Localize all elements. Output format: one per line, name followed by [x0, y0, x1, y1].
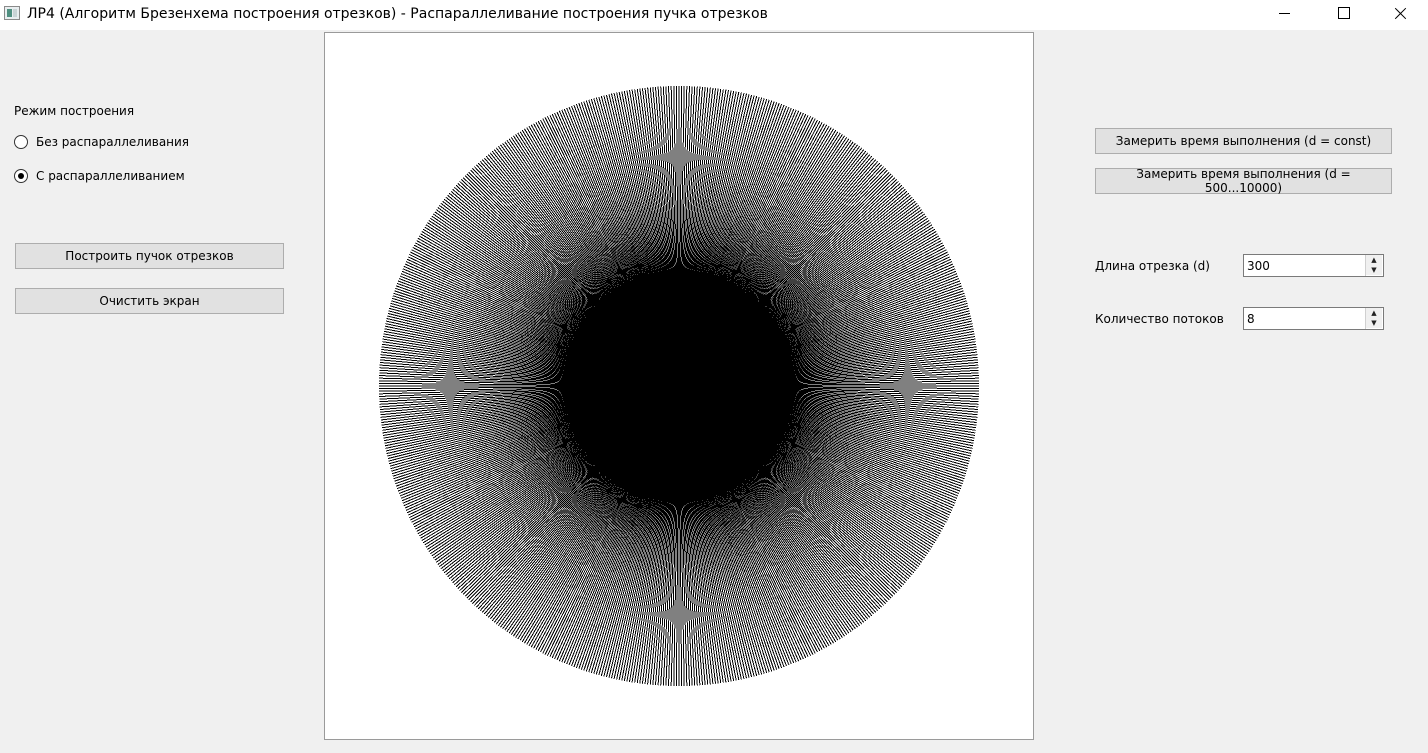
length-label: Длина отрезка (d)	[1095, 259, 1210, 273]
radio-no-parallel-label: Без распараллеливания	[36, 135, 190, 149]
threads-decrement-icon[interactable]: ▼	[1366, 318, 1382, 328]
threads-input[interactable]	[1244, 308, 1367, 329]
radio-parallel[interactable]: С распараллеливанием	[14, 167, 185, 185]
segment-beam	[379, 86, 979, 686]
threads-spinbox[interactable]: ▲ ▼	[1243, 307, 1384, 330]
app-icon	[4, 6, 20, 20]
radio-parallel-label: С распараллеливанием	[36, 169, 185, 183]
maximize-icon[interactable]	[1314, 0, 1372, 30]
mode-group-label: Режим построения	[14, 104, 135, 118]
title-bar: ЛР4 (Алгоритм Брезенхема построения отре…	[0, 0, 1428, 30]
radio-parallel-circle[interactable]	[14, 169, 28, 183]
beam-segments	[379, 86, 979, 686]
threads-label: Количество потоков	[1095, 312, 1224, 326]
window-title: ЛР4 (Алгоритм Брезенхема построения отре…	[27, 6, 768, 22]
radio-no-parallel-circle[interactable]	[14, 135, 28, 149]
measure-range-button[interactable]: Замерить время выполнения (d = 500...100…	[1095, 167, 1392, 195]
length-spin-buttons[interactable]: ▲ ▼	[1365, 255, 1383, 276]
drawing-canvas[interactable]	[324, 32, 1034, 740]
length-spinbox[interactable]: ▲ ▼	[1243, 254, 1384, 277]
minimize-icon[interactable]	[1256, 0, 1314, 30]
clear-screen-button[interactable]: Очистить экран	[15, 288, 284, 314]
length-input[interactable]	[1244, 255, 1367, 276]
threads-spin-buttons[interactable]: ▲ ▼	[1365, 308, 1383, 329]
build-beam-button[interactable]: Построить пучок отрезков	[15, 243, 284, 269]
close-icon[interactable]	[1370, 0, 1428, 30]
length-decrement-icon[interactable]: ▼	[1366, 265, 1382, 275]
measure-const-button[interactable]: Замерить время выполнения (d = const)	[1095, 128, 1392, 154]
radio-no-parallel[interactable]: Без распараллеливания	[14, 133, 189, 151]
